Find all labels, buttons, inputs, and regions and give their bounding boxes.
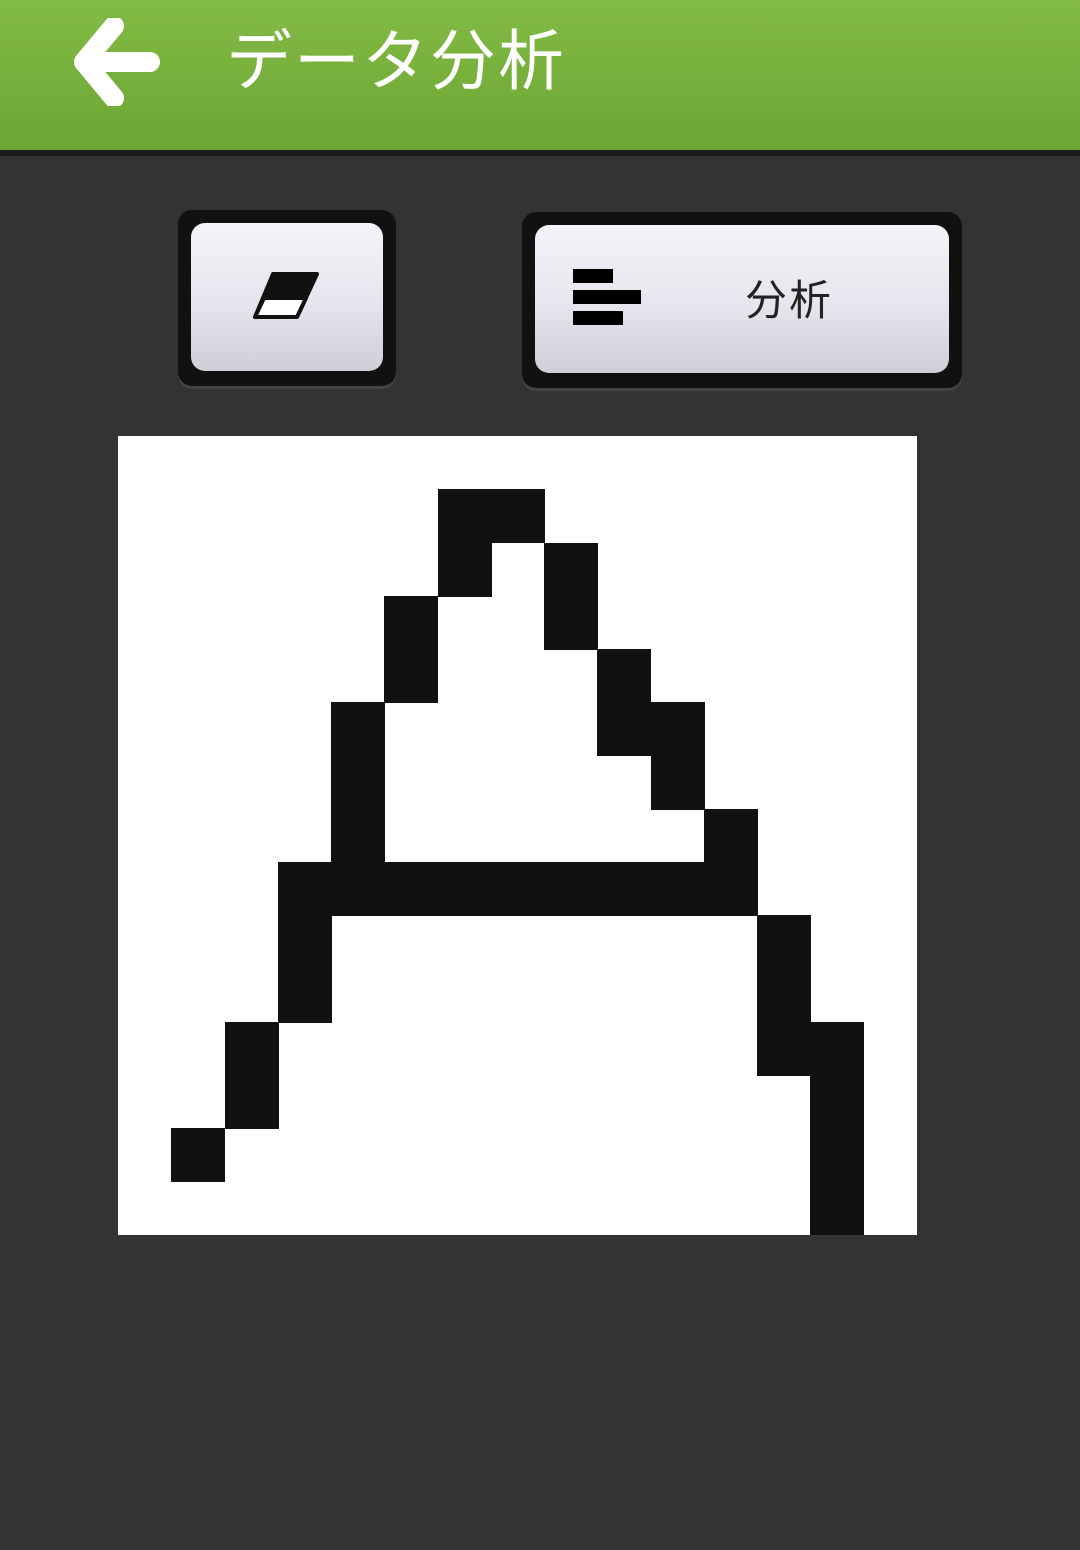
grid-cell [437, 542, 492, 597]
eraser-button-frame [178, 210, 396, 386]
analyze-button[interactable]: 分析 [535, 225, 949, 373]
grid-cell [650, 862, 705, 917]
grid-cell [810, 1181, 865, 1235]
drawing-canvas[interactable] [118, 436, 917, 1235]
grid-cell [757, 1021, 812, 1076]
grid-cell [384, 862, 439, 917]
grid-cell [277, 968, 332, 1023]
grid-cell [224, 1075, 279, 1130]
grid-cell [597, 862, 652, 917]
grid-cell [437, 489, 492, 544]
grid-cell [544, 542, 599, 597]
grid-cell [384, 595, 439, 650]
back-arrow-icon [74, 18, 160, 106]
analyze-button-frame: 分析 [522, 212, 962, 388]
grid-cell [544, 595, 599, 650]
grid-cell [810, 1128, 865, 1183]
analyze-button-label: 分析 [745, 276, 834, 325]
eraser-button[interactable] [191, 223, 383, 371]
grid-cell [597, 649, 652, 704]
grid-cell [331, 755, 386, 810]
grid-cell [331, 808, 386, 863]
bar-chart-icon [573, 269, 641, 327]
grid-cell [277, 915, 332, 970]
grid-cell [650, 755, 705, 810]
grid-cell [331, 702, 386, 757]
grid-cell [757, 915, 812, 970]
grid-cell [810, 1075, 865, 1130]
grid-cell [437, 862, 492, 917]
grid-cell [650, 702, 705, 757]
grid-cell [703, 862, 758, 917]
grid-cell [277, 862, 332, 917]
page-title: データ分析 [226, 23, 566, 100]
app-header: データ分析 [0, 0, 1080, 156]
grid-cell [171, 1128, 226, 1183]
grid-cell [490, 489, 545, 544]
grid-cell [331, 862, 386, 917]
grid-cell [703, 808, 758, 863]
grid-cell [490, 862, 545, 917]
grid-cell [597, 702, 652, 757]
app-window: データ分析 分析 [0, 0, 1080, 1550]
grid-cell [224, 1021, 279, 1076]
grid-cell [757, 968, 812, 1023]
grid-cell [810, 1021, 865, 1076]
grid-cell [384, 649, 439, 704]
eraser-icon [251, 271, 321, 323]
back-button[interactable] [70, 18, 166, 106]
grid-cell [544, 862, 599, 917]
